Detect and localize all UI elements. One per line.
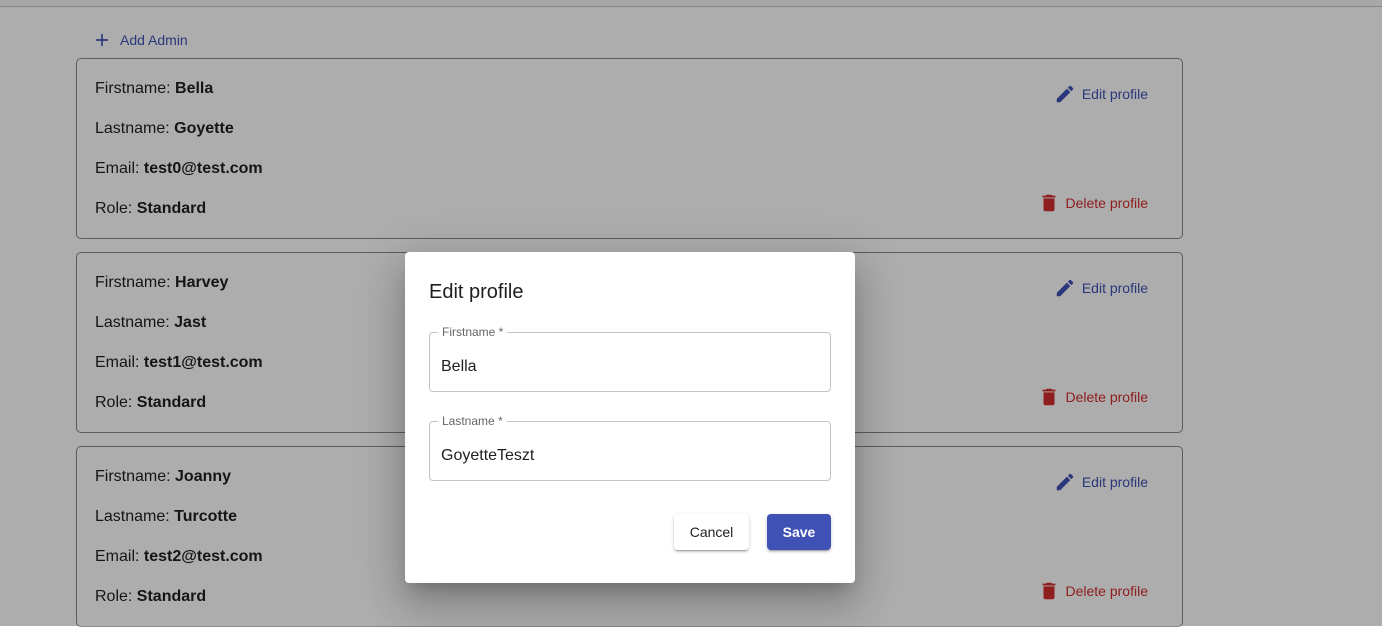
firstname-field-label: Firstname *: [438, 325, 508, 339]
firstname-input-value[interactable]: Bella: [441, 358, 477, 376]
dialog-title: Edit profile: [429, 281, 524, 303]
lastname-field-label: Lastname *: [438, 414, 507, 428]
firstname-field[interactable]: Firstname * Bella: [429, 325, 831, 392]
cancel-button[interactable]: Cancel: [674, 514, 749, 550]
edit-profile-dialog: Edit profile Firstname * Bella Lastname …: [405, 252, 855, 583]
admin-page: Add Admin Firstname: Bella Lastname: Goy…: [0, 0, 1382, 627]
save-button[interactable]: Save: [767, 514, 831, 550]
lastname-input-value[interactable]: GoyetteTeszt: [441, 447, 534, 465]
lastname-field[interactable]: Lastname * GoyetteTeszt: [429, 414, 831, 481]
